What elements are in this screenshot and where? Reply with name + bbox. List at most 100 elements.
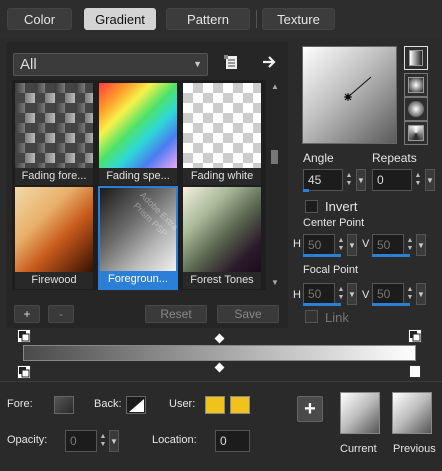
previous-gradient-preview[interactable] (392, 392, 432, 434)
focal-h-input[interactable]: 50 (303, 283, 335, 305)
current-label: Current (340, 443, 377, 455)
reset-button[interactable]: Reset (145, 305, 207, 323)
center-v-slider[interactable] (372, 254, 410, 257)
opacity-midpoint-marker[interactable] (214, 333, 225, 344)
color-stop-right[interactable] (409, 365, 421, 378)
library-scrollbar[interactable]: ▲ ▼ (268, 80, 282, 290)
arrow-right-icon[interactable] (261, 54, 277, 70)
focal-v-input[interactable]: 50 (372, 283, 404, 305)
repeats-input[interactable]: 0 (372, 169, 412, 191)
repeats-spinner[interactable]: ▲ ▼ (412, 169, 424, 191)
repeats-label: Repeats (372, 151, 417, 165)
add-gradient-button[interactable]: + (14, 305, 40, 323)
fore-label: Fore: (7, 398, 33, 410)
current-gradient-preview[interactable] (340, 392, 380, 434)
angle-label: Angle (303, 151, 334, 165)
opacity-label: Opacity: (7, 434, 48, 446)
sunburst-gradient-icon (408, 101, 424, 117)
scroll-down-icon[interactable]: ▼ (271, 278, 279, 287)
gradient-preview-canvas[interactable] (302, 46, 397, 144)
rectangular-style-button[interactable] (404, 73, 428, 97)
category-value: All (20, 56, 37, 73)
location-input[interactable]: 0 (215, 430, 250, 452)
focal-h-dropdown[interactable]: ▼ (347, 283, 357, 305)
radial-gradient-icon (408, 125, 424, 141)
tab-texture[interactable]: Texture (262, 8, 335, 30)
chevron-down-icon: ▼ (193, 59, 202, 69)
gradient-name: Firewood (15, 272, 93, 289)
gradient-name: Fading fore... (15, 168, 93, 185)
focal-v-label: V (362, 289, 370, 301)
focal-h-slider[interactable] (303, 303, 341, 306)
center-h-label: H (293, 238, 301, 250)
invert-checkbox[interactable] (305, 200, 318, 213)
linear-style-button[interactable] (404, 46, 428, 70)
focal-point-label: Focal Point (303, 264, 359, 276)
center-h-spinner[interactable]: ▲ ▼ (335, 234, 347, 256)
gradient-thumb-selected[interactable]: Adobe Extra Prism PSP Foregroun... (98, 186, 180, 290)
sunburst-style-button[interactable] (404, 97, 428, 121)
focal-h-label: H (293, 289, 301, 301)
center-v-dropdown[interactable]: ▼ (416, 234, 426, 256)
angle-dropdown[interactable]: ▼ (356, 169, 366, 191)
link-checkbox[interactable] (305, 310, 318, 323)
user-label: User: (169, 398, 196, 410)
category-dropdown[interactable]: All ▼ (13, 53, 208, 76)
gradient-thumb[interactable]: Fading fore... (14, 82, 94, 186)
gradient-thumb[interactable]: Fading white (182, 82, 262, 186)
back-swatch[interactable] (126, 396, 146, 414)
user-swatch-1[interactable] (205, 396, 225, 414)
color-midpoint-marker[interactable] (214, 362, 225, 373)
tab-pattern[interactable]: Pattern (166, 8, 250, 30)
gradient-name: Forest Tones (183, 272, 261, 289)
library-menu-icon[interactable] (223, 54, 239, 70)
color-stop-left[interactable] (17, 365, 31, 379)
angle-input[interactable]: 45 (303, 169, 343, 191)
opacity-spinner[interactable]: ▲ ▼ (97, 430, 109, 452)
center-h-dropdown[interactable]: ▼ (347, 234, 357, 256)
location-label: Location: (152, 434, 197, 446)
opacity-input[interactable]: 0 (65, 430, 97, 452)
gradient-preview (15, 187, 93, 274)
center-v-spinner[interactable]: ▲ ▼ (404, 234, 416, 256)
scroll-thumb[interactable] (271, 150, 278, 164)
add-stop-button[interactable]: + (297, 396, 323, 422)
gradient-preview (183, 83, 261, 170)
focal-v-slider[interactable] (372, 303, 410, 306)
gradient-thumb[interactable]: Forest Tones (182, 186, 262, 290)
gradient-editor-bar[interactable] (23, 345, 416, 361)
gradient-name: Fading spe... (99, 168, 177, 185)
repeats-dropdown[interactable]: ▼ (425, 169, 435, 191)
scroll-up-icon[interactable]: ▲ (271, 82, 279, 91)
center-point-label: Center Point (303, 217, 365, 229)
gradient-preview (99, 83, 177, 170)
gradient-thumb[interactable]: Fading spe... (98, 82, 178, 186)
focal-v-dropdown[interactable]: ▼ (416, 283, 426, 305)
link-label: Link (325, 310, 349, 325)
opacity-dropdown[interactable]: ▼ (109, 430, 119, 452)
linear-gradient-icon (409, 50, 423, 66)
center-h-slider[interactable] (303, 254, 341, 257)
gradient-name: Foregroun... (100, 271, 176, 288)
center-h-input[interactable]: 50 (303, 234, 335, 256)
tab-bar: Color Gradient Pattern Texture (0, 0, 442, 38)
back-label: Back: (94, 398, 122, 410)
fore-stop-marker-left[interactable] (17, 329, 31, 343)
gradient-name: Fading white (183, 168, 261, 185)
angle-spinner[interactable]: ▲ ▼ (343, 169, 355, 191)
radial-style-button[interactable] (404, 121, 428, 145)
center-v-label: V (362, 238, 370, 250)
gradient-thumb[interactable]: Firewood (14, 186, 94, 290)
fore-stop-marker-right[interactable] (408, 329, 422, 343)
user-swatch-2[interactable] (230, 396, 250, 414)
save-button[interactable]: Save (217, 305, 279, 323)
remove-gradient-button[interactable]: - (48, 305, 74, 323)
focal-v-spinner[interactable]: ▲ ▼ (404, 283, 416, 305)
center-v-input[interactable]: 50 (372, 234, 404, 256)
focal-h-spinner[interactable]: ▲ ▼ (335, 283, 347, 305)
fore-swatch[interactable] (54, 396, 74, 414)
angle-slider[interactable] (303, 189, 309, 192)
tab-gradient[interactable]: Gradient (84, 8, 156, 30)
gradient-preview (183, 187, 261, 274)
tab-color[interactable]: Color (7, 8, 72, 30)
